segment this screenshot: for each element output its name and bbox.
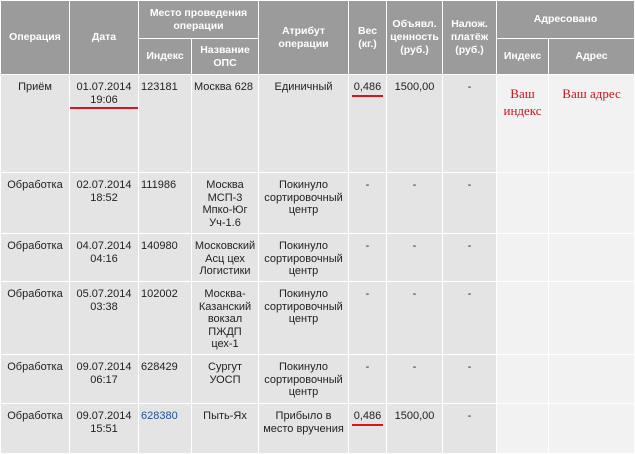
attribute-cell: Покинуло сортировочный центр [258, 172, 350, 234]
cod-cell: - [442, 172, 498, 234]
weight-cell: - [348, 172, 388, 234]
weight-underlined: 0,486 [351, 81, 383, 96]
attribute-cell: Единичный [258, 74, 350, 173]
attribute-cell: Покинуло сортировочный центр [258, 281, 350, 355]
header-addressed: Адресовано [496, 0, 635, 39]
addr-address-cell [548, 354, 635, 404]
header-cod: Налож. платёж (руб.) [442, 0, 498, 75]
header-attribute: Атрибут операции [258, 0, 350, 75]
date-cell: 05.07.2014 03:38 [69, 281, 139, 355]
weight-cell: 0,486 [348, 403, 388, 454]
value-cell: - [386, 233, 444, 282]
index-cell: 111986 [138, 172, 192, 234]
index-cell: 140980 [138, 233, 192, 282]
your-address-note: Ваш адрес [562, 86, 621, 101]
addr-address-cell: Ваш адрес [548, 74, 635, 173]
attribute-cell: Покинуло сортировочный центр [258, 233, 350, 282]
value-cell: 1500,00 [386, 403, 444, 454]
addr-address-cell [548, 233, 635, 282]
addr-address-cell [548, 281, 635, 355]
date-cell: 01.07.2014 19:06 [69, 74, 139, 173]
table-row: Обработка 09.07.2014 06:17 628429 Сургут… [0, 354, 635, 404]
date-cell: 09.07.2014 15:51 [69, 403, 139, 454]
ops-cell: Пыть-Ях [190, 403, 260, 454]
ops-cell: Сургут УОСП [190, 354, 260, 404]
date-cell: 04.07.2014 04:16 [69, 233, 139, 282]
cod-cell: - [442, 403, 498, 454]
operation-cell: Обработка [0, 172, 70, 234]
header-ops-name: Название ОПС [190, 38, 260, 75]
weight-cell: - [348, 281, 388, 355]
header-weight: Вес (кг.) [348, 0, 388, 75]
tracking-table: Операция Дата Место проведения операции … [0, 0, 635, 454]
header-index: Индекс [138, 38, 192, 75]
index-link[interactable]: 628380 [141, 410, 178, 422]
operation-cell: Обработка [0, 354, 70, 404]
addr-index-cell [496, 281, 550, 355]
cod-cell: - [442, 74, 498, 173]
table-row: Приём 01.07.2014 19:06 123181 Москва 628… [0, 74, 635, 173]
value-cell: 1500,00 [386, 74, 444, 173]
header-declared-value: Объявл. ценность (руб.) [386, 0, 444, 75]
ops-cell: Московский Асц цех Логистики [190, 233, 260, 282]
value-cell: - [386, 354, 444, 404]
cod-cell: - [442, 354, 498, 404]
operation-cell: Приём [0, 74, 70, 173]
addr-address-cell [548, 403, 635, 454]
header-place: Место проведения операции [137, 0, 260, 39]
ops-cell: Москва-Казанский вокзал ПЖДП цех-1 [190, 281, 260, 355]
value-cell: - [386, 281, 444, 355]
weight-underlined: 0,486 [351, 410, 383, 425]
weight-cell: - [348, 233, 388, 282]
date-cell: 02.07.2014 18:52 [69, 172, 139, 234]
attribute-cell: Прибыло в место вручения [258, 403, 350, 454]
operation-cell: Обработка [0, 233, 70, 282]
index-cell[interactable]: 628380 [138, 403, 192, 454]
attribute-cell: Покинуло сортировочный центр [258, 354, 350, 404]
table-row: Обработка 04.07.2014 04:16 140980 Москов… [0, 233, 635, 282]
addr-index-cell [496, 172, 550, 234]
index-cell: 123181 [138, 74, 192, 173]
cod-cell: - [442, 233, 498, 282]
addr-index-cell [496, 233, 550, 282]
table-row: Обработка 09.07.2014 15:51 628380 Пыть-Я… [0, 403, 635, 454]
addr-index-cell: Ваш индекс [496, 74, 550, 173]
operation-cell: Обработка [0, 281, 70, 355]
your-index-note: Ваш индекс [503, 86, 542, 118]
date-cell: 09.07.2014 06:17 [69, 354, 139, 404]
operation-cell: Обработка [0, 403, 70, 454]
weight-cell: 0,486 [348, 74, 388, 173]
header-operation: Операция [0, 0, 70, 75]
weight-cell: - [348, 354, 388, 404]
date-underlined: 01.07.2014 19:06 [70, 81, 138, 109]
index-cell: 102002 [138, 281, 192, 355]
table-row: Обработка 05.07.2014 03:38 102002 Москва… [0, 281, 635, 355]
index-cell: 628429 [138, 354, 192, 404]
header-addr-index: Индекс [496, 38, 550, 75]
addr-index-cell [496, 354, 550, 404]
cod-cell: - [442, 281, 498, 355]
header-date: Дата [69, 0, 139, 75]
ops-cell: Москва 628 [190, 74, 260, 173]
table-row: Обработка 02.07.2014 18:52 111986 Москва… [0, 172, 635, 234]
addr-index-cell [496, 403, 550, 454]
header-addr-address: Адрес [548, 38, 635, 75]
ops-cell: Москва МСП-3 Мпко-Юг Уч-1.6 [190, 172, 260, 234]
value-cell: - [386, 172, 444, 234]
addr-address-cell [548, 172, 635, 234]
